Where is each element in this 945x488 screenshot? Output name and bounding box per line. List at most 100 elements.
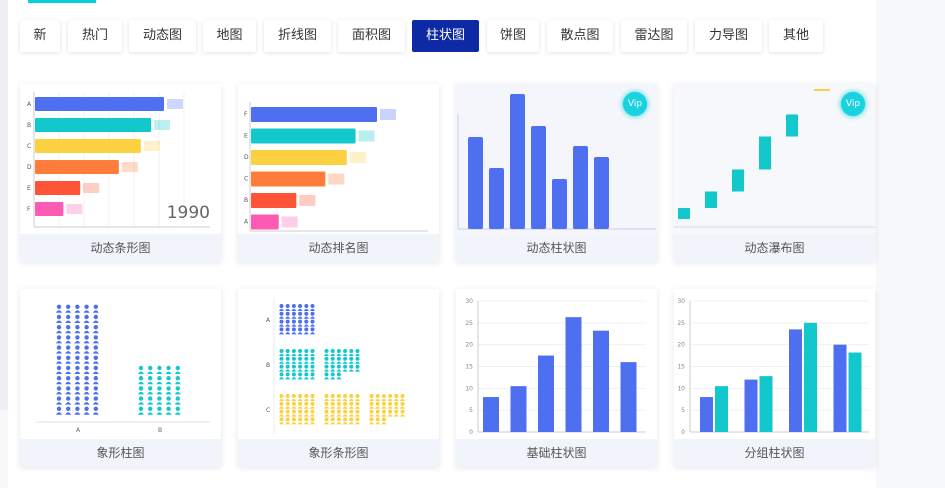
person-icon — [349, 417, 354, 422]
person-icon — [297, 324, 303, 327]
person-icon — [84, 345, 89, 350]
person-icon — [369, 409, 374, 414]
person-icon — [175, 406, 180, 411]
grouped-column-chart: 0 5 10 15 20 25 30 — [677, 298, 869, 436]
bar — [35, 118, 152, 132]
person-icon — [83, 391, 90, 395]
tick-label: C — [266, 407, 270, 414]
person-icon — [74, 391, 81, 395]
card-dynamic-bar[interactable]: A B C D E F 1990 动态条形图 — [20, 84, 221, 262]
person-icon — [343, 417, 348, 422]
person-icon — [66, 376, 71, 381]
person-icon — [303, 332, 309, 335]
person-icon — [65, 320, 72, 323]
person-icon — [56, 310, 62, 313]
card-grouped-column[interactable]: 0 5 10 15 20 25 30 分组柱状图 — [674, 289, 875, 467]
person-icon — [148, 386, 153, 391]
person-icon — [369, 422, 374, 425]
person-icon — [279, 353, 284, 356]
person-icon — [138, 391, 144, 395]
person-icon — [381, 394, 386, 398]
tab-line[interactable]: 折线图 — [264, 20, 331, 52]
person-icon — [336, 398, 342, 401]
pictorial-bar-chart: A B C — [266, 299, 405, 434]
person-icon — [336, 394, 341, 398]
tab-pie[interactable]: 饼图 — [487, 20, 539, 52]
tab-other[interactable]: 其他 — [769, 20, 823, 52]
person-icon — [279, 377, 284, 380]
person-icon — [343, 364, 348, 369]
tick-label: 25 — [465, 320, 473, 327]
person-icon — [342, 414, 348, 417]
person-icon — [175, 376, 180, 381]
person-icon — [400, 401, 405, 406]
person-icon — [93, 386, 99, 391]
bar — [573, 146, 588, 229]
person-icon — [92, 310, 99, 313]
card-dynamic-waterfall[interactable]: Vip 动态瀑布图 — [674, 84, 875, 262]
person-icon — [56, 330, 62, 334]
tab-hot[interactable]: 热门 — [68, 20, 122, 52]
tab-scatter[interactable]: 散点图 — [547, 20, 613, 52]
tick-label: A — [266, 317, 271, 324]
person-icon — [298, 364, 303, 369]
person-icon — [75, 365, 80, 371]
person-icon — [393, 414, 399, 417]
tab-map[interactable]: 地图 — [203, 20, 256, 52]
person-icon — [75, 406, 80, 411]
person-icon — [330, 406, 336, 409]
bar-trail — [328, 173, 345, 185]
card-pictorial-column[interactable]: AB 象形柱图 — [20, 289, 221, 467]
person-icon — [343, 409, 348, 414]
person-icon — [285, 422, 291, 425]
person-icon — [291, 401, 296, 406]
person-icon — [297, 414, 303, 417]
card-dynamic-column[interactable]: Vip 动态柱状图 — [456, 84, 657, 262]
person-icon — [297, 361, 303, 364]
card-title: 动态瀑布图 — [674, 234, 875, 262]
person-icon — [92, 330, 99, 334]
person-icon — [65, 402, 72, 405]
card-dynamic-ranking[interactable]: F E D C B A 动态排名图 — [238, 84, 439, 262]
person-icon — [92, 351, 99, 354]
person-icon — [304, 417, 309, 422]
bar-trail — [349, 152, 366, 163]
person-icon — [279, 406, 284, 409]
tab-radar[interactable]: 雷达图 — [621, 20, 687, 52]
person-icon — [304, 364, 309, 369]
bar — [251, 171, 326, 187]
tick-label: 25 — [677, 320, 685, 327]
tab-bar[interactable]: 柱状图 — [412, 20, 479, 52]
person-icon — [285, 308, 291, 311]
card-basic-column[interactable]: 0 5 10 15 20 25 30 基础柱状图 — [456, 289, 657, 467]
person-icon — [83, 361, 90, 364]
tab-dynamic[interactable]: 动态图 — [129, 20, 196, 52]
person-icon — [74, 381, 81, 385]
person-icon — [285, 414, 291, 417]
tab-area[interactable]: 面积图 — [338, 20, 405, 52]
bar-trail — [299, 195, 316, 206]
person-icon — [375, 401, 380, 406]
person-icon — [285, 327, 290, 332]
person-icon — [291, 349, 296, 353]
person-icon — [310, 406, 315, 409]
person-icon — [310, 369, 315, 372]
person-icon — [66, 406, 71, 411]
person-icon — [342, 422, 348, 425]
person-icon — [310, 372, 315, 377]
card-pictorial-bar[interactable]: A B C 象形条形图 — [238, 289, 439, 467]
tick-label: 10 — [677, 385, 685, 392]
tab-new[interactable]: 新 — [20, 20, 60, 52]
tab-force[interactable]: 力导图 — [695, 20, 762, 52]
person-icon — [74, 340, 81, 344]
person-icon — [285, 406, 291, 409]
person-icon — [303, 353, 309, 356]
person-icon — [303, 377, 309, 380]
person-icon — [174, 391, 181, 395]
bar-trail — [380, 109, 396, 120]
person-icon — [166, 386, 171, 391]
person-icon — [355, 414, 360, 417]
person-icon — [349, 349, 354, 353]
person-icon — [285, 361, 291, 364]
person-icon — [279, 311, 284, 316]
